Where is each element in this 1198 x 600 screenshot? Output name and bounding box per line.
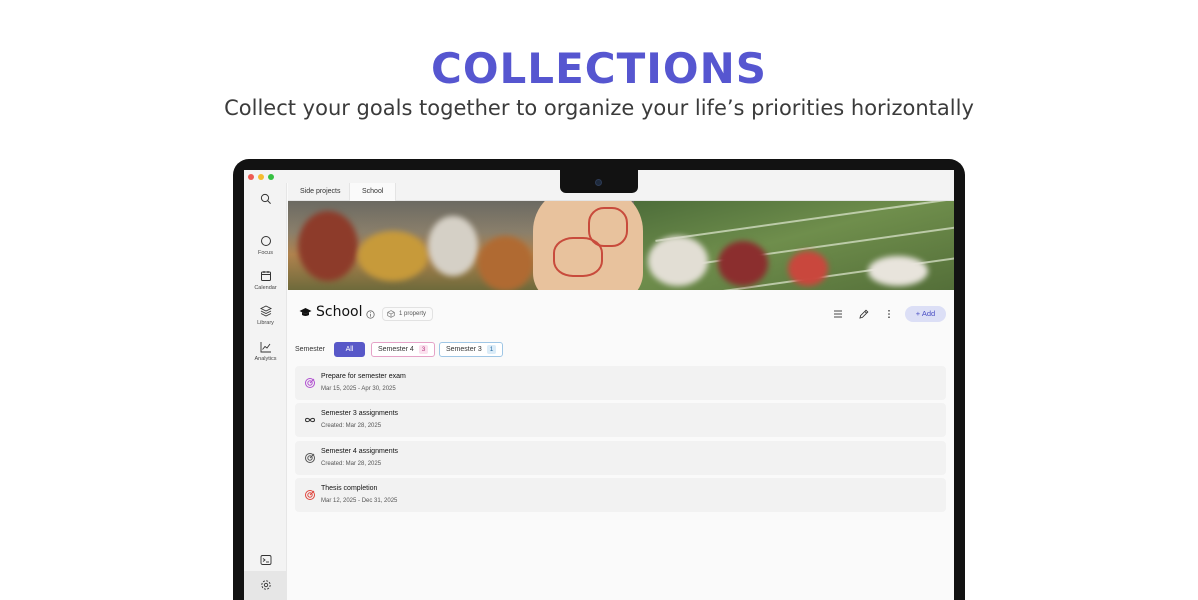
- goal-title: Semester 4 assignments: [321, 448, 399, 455]
- terminal-icon: [260, 555, 271, 565]
- hero-subtitle: Collect your goals together to organize …: [224, 96, 974, 120]
- add-button[interactable]: + Add: [905, 306, 946, 322]
- goal-item[interactable]: Thesis completion Mar 12, 2025 - Dec 31,…: [295, 478, 946, 512]
- infinity-icon: [304, 417, 316, 423]
- close-window-button[interactable]: [248, 174, 254, 180]
- filter-chip-semester-3[interactable]: Semester 3 1: [439, 342, 504, 357]
- filter-chip-label: Semester 4: [378, 346, 414, 353]
- list-view-icon[interactable]: [832, 308, 844, 320]
- foam-finger-image: [533, 201, 643, 290]
- minimize-window-button[interactable]: [258, 174, 264, 180]
- target-icon: [305, 490, 315, 500]
- graduation-cap-icon: [299, 307, 312, 316]
- sidebar-item-calendar[interactable]: Calendar: [244, 270, 287, 291]
- sidebar-item-library[interactable]: Library: [244, 305, 287, 326]
- goal-item[interactable]: Semester 3 assignments Created: Mar 28, …: [295, 403, 946, 437]
- filter-chip-label: Semester 3: [446, 346, 482, 353]
- sidebar-item-label: Analytics: [254, 356, 277, 362]
- goal-title: Semester 3 assignments: [321, 410, 399, 417]
- camera-icon: [595, 179, 602, 186]
- laptop-frame: Focus Calendar Library Analytics Side pr…: [233, 159, 965, 600]
- chart-icon: [260, 342, 271, 353]
- cover-image: [288, 201, 954, 290]
- property-chip-label: 1 property: [399, 311, 427, 317]
- filter-chip-count: 3: [418, 345, 429, 354]
- sidebar-item-analytics[interactable]: Analytics: [244, 341, 287, 362]
- gear-icon: [260, 580, 271, 590]
- goal-date: Created: Mar 28, 2025: [321, 423, 382, 429]
- sidebar-item-terminal[interactable]: [244, 554, 287, 566]
- goal-title: Thesis completion: [321, 485, 378, 492]
- filter-chip-count: 1: [486, 345, 497, 354]
- edit-icon[interactable]: [858, 308, 870, 320]
- tab-side-projects[interactable]: Side projects: [288, 183, 352, 201]
- goal-title: Prepare for semester exam: [321, 373, 406, 380]
- add-button-label: Add: [921, 309, 936, 318]
- goal-item[interactable]: Semester 4 assignments Created: Mar 28, …: [295, 441, 946, 475]
- goal-date: Mar 15, 2025 - Apr 30, 2025: [321, 386, 396, 392]
- more-options-icon[interactable]: [883, 308, 895, 320]
- filter-chip-semester-4[interactable]: Semester 4 3: [371, 342, 436, 357]
- camera-notch: [560, 169, 638, 193]
- page-title-text: School: [316, 304, 363, 320]
- search-icon: [260, 193, 271, 204]
- app-window: Focus Calendar Library Analytics Side pr…: [244, 170, 954, 600]
- sidebar-item-label: Calendar: [254, 285, 277, 291]
- goal-date: Mar 12, 2025 - Dec 31, 2025: [321, 498, 398, 504]
- property-chip[interactable]: 1 property: [382, 307, 434, 321]
- sidebar: Focus Calendar Library Analytics: [244, 183, 287, 600]
- sidebar-item-settings[interactable]: [244, 571, 287, 600]
- filter-label: Semester: [295, 346, 325, 353]
- sidebar-item-focus[interactable]: Focus: [244, 235, 287, 256]
- sidebar-item-search[interactable]: [244, 193, 287, 205]
- circle-icon: [260, 236, 271, 246]
- tab-school[interactable]: School: [349, 183, 397, 202]
- hero-title: COLLECTIONS: [431, 44, 767, 93]
- target-icon: [305, 453, 315, 463]
- sidebar-item-label: Focus: [258, 250, 273, 256]
- sidebar-item-label: Library: [257, 320, 274, 326]
- cube-icon: [387, 310, 395, 318]
- filter-chip-all[interactable]: All: [334, 342, 365, 357]
- goal-item[interactable]: Prepare for semester exam Mar 15, 2025 -…: [295, 366, 946, 400]
- page-title: School: [299, 304, 362, 320]
- info-icon[interactable]: [366, 310, 375, 319]
- layers-icon: [259, 305, 272, 317]
- calendar-icon: [260, 271, 271, 281]
- maximize-window-button[interactable]: [268, 174, 274, 180]
- target-icon: [305, 378, 315, 388]
- goal-date: Created: Mar 28, 2025: [321, 461, 382, 467]
